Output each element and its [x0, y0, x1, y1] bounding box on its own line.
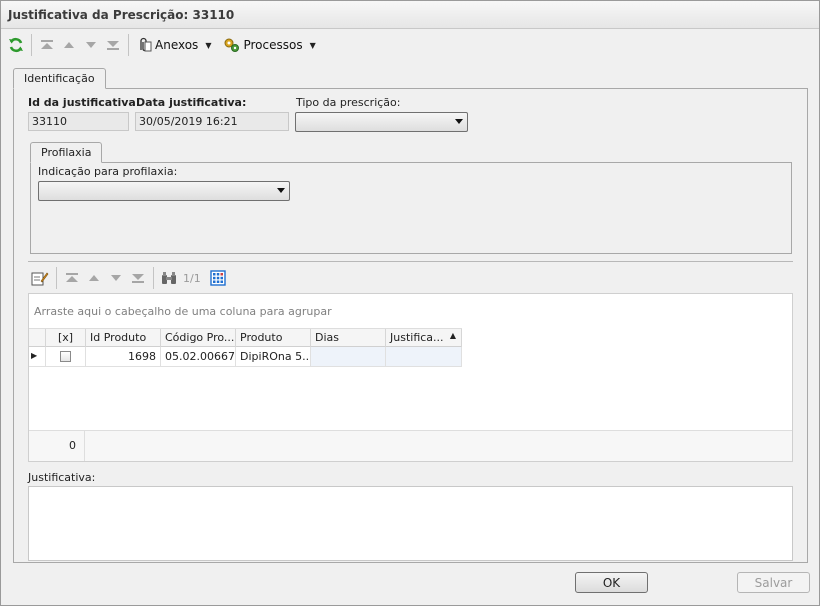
column-header-justificativa[interactable]: Justifica... ▲	[386, 329, 462, 347]
edit-record-button[interactable]	[28, 266, 52, 290]
row-indicator-icon: ▶	[29, 347, 46, 367]
chevron-down-icon: ▼	[309, 40, 316, 50]
record-counter: 1/1	[183, 271, 201, 285]
tipo-prescricao-label: Tipo da prescrição:	[296, 96, 401, 109]
grid-previous-button[interactable]	[83, 266, 105, 290]
cell-codigo-produto: 05.02.00667	[161, 347, 236, 367]
processos-button[interactable]: Processos ▼	[220, 33, 318, 57]
first-record-icon	[41, 40, 53, 49]
indicacao-profilaxia-label: Indicação para profilaxia:	[38, 165, 178, 178]
tab-profilaxia[interactable]: Profilaxia	[30, 142, 103, 163]
grid-layout-icon	[210, 270, 226, 286]
column-header-codigo-produto[interactable]: Código Pro...	[161, 329, 236, 347]
toolbar-separator	[128, 34, 129, 56]
window: Justificativa da Prescrição: 33110 Anexo…	[0, 0, 820, 606]
toolbar-separator	[31, 34, 32, 56]
chevron-down-icon: ▼	[205, 40, 212, 50]
last-record-icon	[107, 41, 119, 50]
chevron-down-icon	[277, 188, 285, 193]
row-indicator-header	[29, 329, 46, 347]
previous-record-button[interactable]	[58, 33, 80, 57]
sort-ascending-icon: ▲	[449, 331, 456, 340]
checkbox-box	[60, 351, 71, 362]
section-divider	[28, 261, 793, 262]
tipo-prescricao-select[interactable]	[295, 112, 468, 132]
products-grid: Arraste aqui o cabeçalho de uma coluna p…	[28, 293, 793, 462]
grid-layout-button[interactable]	[207, 266, 229, 290]
processos-label: Processos	[243, 38, 303, 52]
id-justificativa-label: Id da justificativa:	[28, 96, 141, 109]
refresh-icon	[9, 37, 23, 53]
cell-justificativa[interactable]	[386, 347, 462, 367]
next-record-button[interactable]	[80, 33, 102, 57]
first-record-icon	[66, 273, 78, 282]
gears-icon	[224, 38, 240, 52]
binoculars-icon	[162, 272, 176, 284]
column-header-select[interactable]: [x]	[46, 329, 86, 347]
data-justificativa-field[interactable]: 30/05/2019 16:21	[135, 112, 289, 131]
grid-footer: 0	[29, 430, 792, 461]
justificativa-textarea[interactable]	[28, 486, 793, 561]
column-header-produto[interactable]: Produto	[236, 329, 311, 347]
last-record-button[interactable]	[102, 33, 124, 57]
main-toolbar: Anexos ▼ Processos ▼	[1, 30, 819, 60]
table-row[interactable]: ▶ 1698 05.02.00667 DipiROna 5...	[29, 347, 462, 367]
chevron-down-icon	[455, 119, 463, 124]
triangle-down-icon	[86, 42, 96, 48]
window-title: Justificativa da Prescrição: 33110	[1, 1, 819, 29]
ok-button[interactable]: OK	[575, 572, 648, 593]
grid-last-button[interactable]	[127, 266, 149, 290]
toolbar-separator	[56, 267, 57, 289]
footer-count-cell: 0	[29, 431, 85, 461]
group-by-hint[interactable]: Arraste aqui o cabeçalho de uma coluna p…	[34, 305, 332, 318]
cell-produto: DipiROna 5...	[236, 347, 311, 367]
find-button[interactable]	[158, 266, 180, 290]
salvar-button[interactable]: Salvar	[737, 572, 810, 593]
triangle-down-icon	[111, 275, 121, 281]
indicacao-profilaxia-select[interactable]	[38, 181, 290, 201]
grid-toolbar: 1/1	[28, 266, 229, 290]
first-record-button[interactable]	[36, 33, 58, 57]
id-justificativa-field[interactable]: 33110	[28, 112, 129, 131]
last-record-icon	[132, 274, 144, 283]
grid-next-button[interactable]	[105, 266, 127, 290]
refresh-button[interactable]	[5, 33, 27, 57]
paperclip-icon	[140, 37, 152, 52]
column-header-id-produto[interactable]: Id Produto	[86, 329, 161, 347]
cell-id-produto: 1698	[86, 347, 161, 367]
anexos-label: Anexos	[155, 38, 199, 52]
footer-count: 0	[69, 439, 76, 452]
data-justificativa-label: Data justificativa:	[136, 96, 247, 109]
grid-first-button[interactable]	[61, 266, 83, 290]
grid-header: [x] Id Produto Código Pro... Produto Dia…	[29, 328, 462, 347]
triangle-up-icon	[64, 42, 74, 48]
column-header-justificativa-label: Justifica...	[390, 331, 444, 344]
row-select-checkbox[interactable]	[46, 347, 86, 367]
column-header-dias[interactable]: Dias	[311, 329, 386, 347]
triangle-up-icon	[89, 275, 99, 281]
toolbar-separator	[153, 267, 154, 289]
edit-form-icon	[31, 272, 49, 286]
justificativa-label: Justificativa:	[28, 471, 96, 484]
anexos-button[interactable]: Anexos ▼	[133, 33, 214, 57]
cell-dias[interactable]	[311, 347, 386, 367]
tab-identificacao[interactable]: Identificação	[13, 68, 106, 89]
